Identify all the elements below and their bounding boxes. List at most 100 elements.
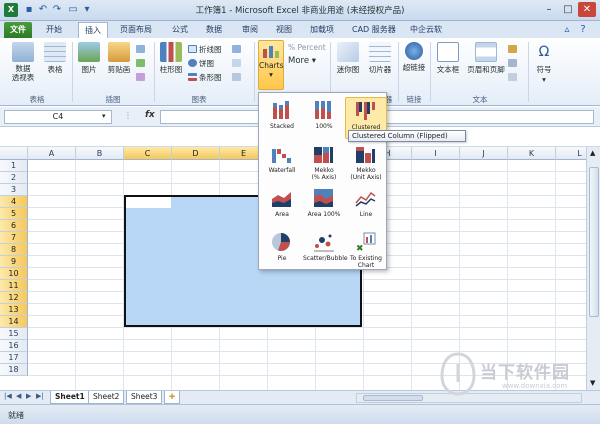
sheet-tab-sheet3[interactable]: Sheet3 [126, 391, 163, 404]
charts-button[interactable]: Charts ▾ [258, 40, 284, 90]
object-button[interactable] [508, 72, 519, 83]
maximize-button[interactable]: □ [559, 2, 577, 17]
textbox-button[interactable]: 文本框 [434, 42, 462, 75]
tab-cad-server[interactable]: CAD 服务器 [346, 22, 402, 38]
row-header-7[interactable]: 7 [0, 232, 28, 244]
wordart-button[interactable] [508, 44, 519, 55]
minimize-ribbon-icon[interactable]: ▵ [560, 23, 574, 37]
chart-type-to-existing-chart[interactable]: ✖ To Existing Chart [345, 229, 387, 271]
close-button[interactable]: ✕ [578, 2, 596, 17]
row-header-8[interactable]: 8 [0, 244, 28, 256]
tab-page-layout[interactable]: 页面布局 [114, 22, 158, 38]
column-header-d[interactable]: D [172, 147, 220, 160]
column-header-j[interactable]: J [460, 147, 508, 160]
column-header-k[interactable]: K [508, 147, 556, 160]
row-header-10[interactable]: 10 [0, 268, 28, 280]
tab-formulas[interactable]: 公式 [166, 22, 194, 38]
table-button[interactable]: 表格 [42, 42, 68, 75]
percent-button[interactable]: % Percent [288, 42, 326, 53]
chart-type-pie[interactable]: Pie [261, 229, 303, 271]
line-chart-button[interactable]: 折线图 [188, 44, 222, 55]
chart-type-label: Line [359, 211, 373, 218]
row-header-17[interactable]: 17 [0, 352, 28, 364]
column-header-l[interactable]: L [556, 147, 586, 160]
more-button[interactable]: More ▾ [288, 56, 316, 67]
row-header-11[interactable]: 11 [0, 280, 28, 292]
watermark-logo-icon [440, 352, 476, 396]
help-icon[interactable]: ? [576, 23, 590, 37]
row-header-16[interactable]: 16 [0, 340, 28, 352]
signature-button[interactable] [508, 58, 519, 69]
sparkline-button[interactable]: 迷你图 [334, 42, 362, 75]
sheet-tab-sheet2[interactable]: Sheet2 [88, 391, 125, 404]
tab-review[interactable]: 审阅 [236, 22, 264, 38]
column-header-b[interactable]: B [76, 147, 124, 160]
row-header-1[interactable]: 1 [0, 160, 28, 172]
scroll-up-icon[interactable]: ▲ [590, 149, 595, 157]
shapes-button[interactable] [136, 44, 147, 55]
row-header-4[interactable]: 4 [0, 196, 28, 208]
smartart-button[interactable] [136, 58, 147, 69]
last-sheet-icon[interactable]: ▶| [36, 392, 44, 400]
symbol-button[interactable]: Ω 符号 ▾ [530, 42, 558, 84]
area-chart-button[interactable] [232, 44, 243, 55]
chart-type-stacked[interactable]: Stacked [261, 97, 303, 139]
row-header-5[interactable]: 5 [0, 208, 28, 220]
chart-type-area[interactable]: Area [261, 185, 303, 227]
name-box[interactable]: C4 [4, 110, 112, 124]
pie-chart-button[interactable]: 饼图 [188, 58, 214, 69]
row-header-15[interactable]: 15 [0, 328, 28, 340]
chart-type-waterfall[interactable]: Waterfall [261, 141, 303, 183]
other-chart-button[interactable] [232, 72, 243, 83]
slicer-button[interactable]: 切片器 [366, 42, 394, 75]
row-header-14[interactable]: 14 [0, 316, 28, 328]
row-header-9[interactable]: 9 [0, 256, 28, 268]
next-sheet-icon[interactable]: ▶ [26, 392, 31, 400]
select-all-corner[interactable] [0, 147, 28, 160]
active-cell[interactable] [126, 197, 171, 208]
bar-chart-button[interactable]: 条形图 [188, 72, 222, 83]
chart-type-100-percent[interactable]: 100% [303, 97, 345, 139]
chart-type-area-100-percent[interactable]: Area 100% [303, 185, 345, 227]
scroll-down-icon[interactable]: ▼ [590, 379, 595, 387]
status-bar: 就绪 [0, 404, 600, 424]
scatter-chart-button[interactable] [232, 58, 243, 69]
first-sheet-icon[interactable]: |◀ [4, 392, 12, 400]
minimize-button[interactable]: – [540, 2, 558, 17]
insert-function-icon[interactable]: fx [145, 110, 155, 120]
chart-type-mekko-percent-axis[interactable]: Mekko (% Axis) [303, 141, 345, 183]
tab-insert[interactable]: 插入 [78, 22, 108, 38]
header-footer-button[interactable]: 页眉和页脚 [466, 42, 506, 75]
row-header-6[interactable]: 6 [0, 220, 28, 232]
tab-view[interactable]: 视图 [270, 22, 298, 38]
row-header-18[interactable]: 18 [0, 364, 28, 376]
insert-sheet-icon[interactable]: ✚ [164, 391, 180, 404]
tab-file[interactable]: 文件 [4, 22, 32, 38]
hyperlink-button[interactable]: 超链接 [400, 42, 428, 73]
row-header-12[interactable]: 12 [0, 292, 28, 304]
tab-data[interactable]: 数据 [200, 22, 228, 38]
screenshot-button[interactable] [136, 72, 147, 83]
column-chart-button[interactable]: 柱形图 [158, 42, 184, 75]
picture-button[interactable]: 图片 [76, 42, 102, 75]
row-header-2[interactable]: 2 [0, 172, 28, 184]
chart-type-line[interactable]: Line [345, 185, 387, 227]
row-header-3[interactable]: 3 [0, 184, 28, 196]
chart-type-mekko-unit-axis[interactable]: Mekko (Unit Axis) [345, 141, 387, 183]
picture-icon [78, 42, 100, 62]
column-header-c[interactable]: C [124, 147, 172, 160]
tab-addins[interactable]: 加载项 [304, 22, 340, 38]
vertical-scroll-thumb[interactable] [589, 167, 599, 317]
sheet-tab-sheet1[interactable]: Sheet1 [50, 391, 90, 404]
column-header-a[interactable]: A [28, 147, 76, 160]
name-box-dropdown-icon[interactable]: ▾ [102, 112, 106, 120]
clipart-button[interactable]: 剪贴画 [104, 42, 134, 75]
tab-home[interactable]: 开始 [40, 22, 68, 38]
pivot-table-button[interactable]: 数据 透视表 [8, 42, 38, 82]
horizontal-scroll-thumb[interactable] [363, 395, 423, 401]
tab-zhongqi[interactable]: 中企云软 [404, 22, 448, 38]
row-header-13[interactable]: 13 [0, 304, 28, 316]
chart-type-scatter-bubble[interactable]: Scatter/Bubble [303, 229, 348, 271]
prev-sheet-icon[interactable]: ◀ [16, 392, 21, 400]
column-header-i[interactable]: I [412, 147, 460, 160]
